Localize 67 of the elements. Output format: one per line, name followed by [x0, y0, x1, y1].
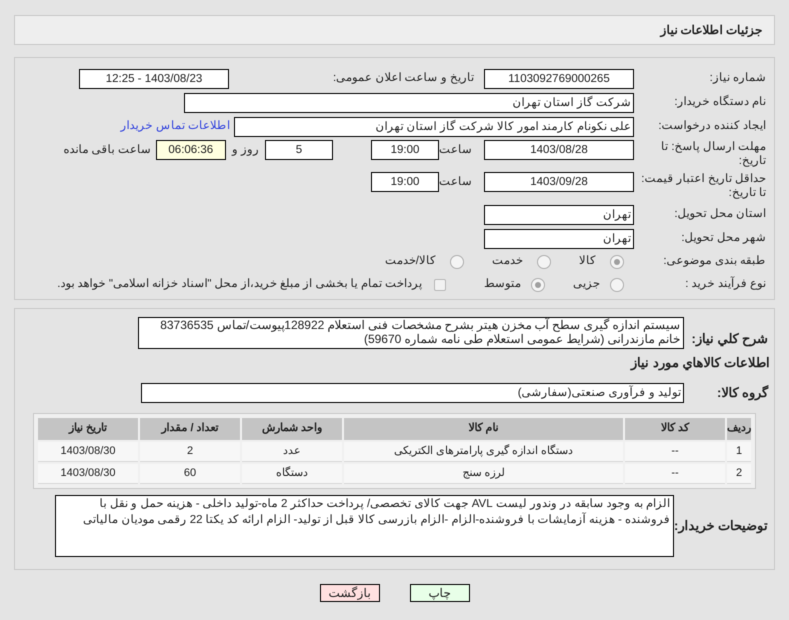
field-label: مهلت ارسال پاسخ: تا تاریخ:: [660, 140, 767, 168]
text-field[interactable]: 1403/08/23 - 12:25: [79, 68, 229, 88]
table-cell: دستگاه: [242, 464, 342, 484]
page-title: جزئیات اطلاعات نیاز: [660, 22, 762, 39]
field-label: طبقه بندی موضوعی:: [662, 254, 767, 270]
field-label: شماره نیاز:: [708, 70, 767, 86]
radio-button[interactable]: [531, 278, 545, 292]
field-label: ساعت: [439, 175, 473, 190]
table-cell: عدد: [242, 442, 342, 462]
text-field[interactable]: 1403/09/28: [484, 172, 634, 192]
field-label: ساعت: [439, 143, 473, 158]
table-cell: 1: [727, 442, 751, 462]
section-heading: اطلاعات كالاهاي مورد نياز: [629, 354, 771, 372]
field-label: ساعت باقی مانده: [63, 143, 152, 158]
text-field[interactable]: شرکت گاز استان تهران: [184, 92, 634, 112]
checkbox[interactable]: [434, 279, 446, 291]
field-label: شرح کلي نياز:: [690, 330, 769, 348]
table-cell: --: [625, 442, 725, 462]
text-field[interactable]: 1103092769000265: [484, 68, 634, 88]
radio-button[interactable]: [537, 255, 551, 269]
radio-label: خدمت: [492, 254, 523, 270]
table-cell: لرزه سنج: [344, 464, 623, 484]
column-header: تعداد / مقدار: [140, 418, 240, 440]
field-label: روز و: [230, 143, 260, 158]
radio-label: کالا/خدمت: [384, 254, 436, 270]
radio-label: جزیی: [573, 277, 600, 292]
checkbox-label: پرداخت تمام یا بخشی از مبلغ خرید،از محل "اسناد خزانه اسلامی" خواهد بود.: [57, 277, 422, 292]
field-label: حداقل تاریخ اعتبار قیمت: تا تاریخ:: [640, 172, 767, 200]
column-header: ردیف: [727, 418, 751, 440]
table-cell: 2: [140, 442, 240, 462]
radio-button[interactable]: [450, 255, 464, 269]
back-button[interactable]: بازگشت: [320, 584, 380, 602]
text-field[interactable]: علی نکونام کارمند امور کالا شرکت گاز استان تهران: [234, 116, 634, 136]
text-field[interactable]: تهران: [484, 228, 634, 248]
radio-button[interactable]: [610, 255, 624, 269]
radio-button[interactable]: [610, 278, 624, 292]
column-header: واحد شمارش: [242, 418, 342, 440]
table-cell: 2: [727, 464, 751, 484]
field-label: شهر محل تحویل:: [680, 230, 767, 246]
table-cell: --: [625, 464, 725, 484]
text-field[interactable]: 19:00: [371, 140, 439, 160]
radio-label: متوسط: [484, 277, 521, 292]
text-field[interactable]: 5: [265, 140, 333, 160]
field-label: ایجاد کننده درخواست:: [657, 118, 767, 134]
text-field[interactable]: 06:06:36: [156, 140, 226, 160]
text-field[interactable]: تولید و فرآوری صنعتی(سفارشی): [141, 382, 684, 402]
field-label: توضیحات خریدار:: [674, 516, 769, 536]
text-field[interactable]: تهران: [484, 204, 634, 224]
print-button[interactable]: چاپ: [410, 584, 470, 602]
contact-link[interactable]: اطلاعات تماس خریدار: [120, 118, 230, 136]
table-cell: 1403/08/30: [38, 464, 138, 484]
radio-label: کالا: [579, 254, 596, 270]
field-label: تاریخ و ساعت اعلان عمومی:: [332, 70, 475, 86]
table-cell: 1403/08/30: [38, 442, 138, 462]
description-textarea[interactable]: سیستم اندازه گیری سطح آب مخزن هیتر بشرح مشخصات فنی استعلام 128922پیوست/تماس 83736535 خانم مازندرانی (شرایط عمومی استعلام طی نامه شماره 59670): [138, 317, 684, 349]
text-field[interactable]: 19:00: [371, 172, 439, 192]
column-header: کد کالا: [625, 418, 725, 440]
field-label: گروه کالا:: [716, 384, 770, 402]
field-label: نام دستگاه خریدار:: [673, 94, 767, 110]
table-cell: دستگاه اندازه گیری پارامترهای الکتریکی: [344, 442, 623, 462]
column-header: تاریخ نیاز: [38, 418, 138, 440]
field-label: نوع فرآیند خرید :: [684, 276, 767, 292]
column-header: نام کالا: [344, 418, 623, 440]
field-label: استان محل تحویل:: [673, 206, 767, 222]
notes-textarea[interactable]: الزام به وجود سابقه در وندور لیست AVL جهت کالای تخصصی/ پرداخت حداکثر 2 ماه-تولید داخلی - هزینه حمل و نقل با فروشنده - هزینه آزمایشات با فروشنده-الزام -الزام بازرسی کالا قبل از تولید- الزام ارائه کد یکتا 22 رقمی مودیان مالیاتی: [55, 494, 674, 556]
text-field[interactable]: 1403/08/28: [484, 140, 634, 160]
table-cell: 60: [140, 464, 240, 484]
